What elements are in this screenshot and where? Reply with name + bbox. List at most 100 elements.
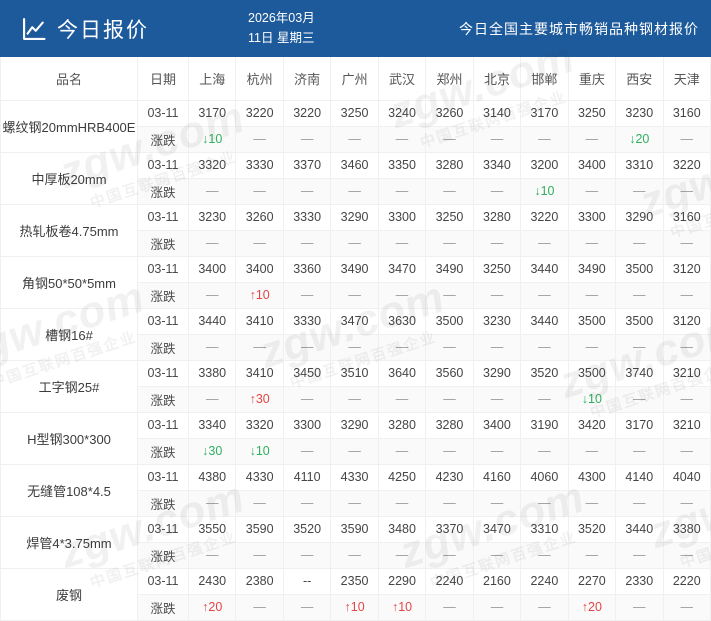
price-cell: 3520 bbox=[282, 515, 332, 543]
price-cell: 3440 bbox=[520, 255, 569, 283]
change-cell: — bbox=[662, 281, 711, 309]
price-cell: 2240 bbox=[520, 567, 569, 595]
change-cell: — bbox=[282, 541, 332, 569]
report-date-line1: 2026年03月 bbox=[248, 11, 315, 26]
price-cell: 3230 bbox=[472, 307, 522, 335]
change-cell: — bbox=[567, 177, 617, 205]
price-cell: 3310 bbox=[615, 151, 664, 179]
change-cell: — bbox=[187, 229, 237, 257]
column-header-3: 杭州 bbox=[235, 57, 284, 101]
price-cell: 3490 bbox=[425, 255, 474, 283]
change-cell: — bbox=[377, 177, 427, 205]
price-cell: 3290 bbox=[472, 359, 522, 387]
price-cell: 3280 bbox=[425, 151, 474, 179]
price-cell: -- bbox=[282, 567, 332, 595]
change-cell: — bbox=[662, 593, 711, 621]
quote-page: 今日报价 2026年03月 11日 星期三 今日全国主要城市畅销品种钢材报价 品… bbox=[0, 0, 711, 621]
change-cell: — bbox=[282, 489, 332, 517]
price-cell: 2160 bbox=[472, 567, 522, 595]
price-cell: 3440 bbox=[187, 307, 237, 335]
price-row: 螺纹钢20mmHRB400E 03-11 3170 3220 3220 3250 3240 3… bbox=[0, 99, 711, 153]
change-cell: — bbox=[282, 229, 332, 257]
change-cell: — bbox=[187, 541, 237, 569]
change-cell: — bbox=[567, 281, 617, 309]
change-cell: — bbox=[330, 385, 379, 413]
price-cell: 3140 bbox=[472, 99, 522, 127]
price-cell: 3500 bbox=[425, 307, 474, 335]
price-cell: 3250 bbox=[567, 99, 617, 127]
price-cell: 3360 bbox=[282, 255, 332, 283]
price-cell: 2380 bbox=[235, 567, 284, 595]
price-cell: 2270 bbox=[567, 567, 617, 595]
report-date: 2026年03月 11日 星期三 bbox=[248, 9, 315, 48]
price-cell: 3400 bbox=[472, 411, 522, 439]
price-row: 焊管4*3.75mm 03-11 3550 3590 3520 3590 3480 3370 3… bbox=[0, 515, 711, 569]
change-cell: — bbox=[472, 437, 522, 465]
price-cell: 3370 bbox=[425, 515, 474, 543]
price-cell: 3470 bbox=[377, 255, 427, 283]
price-cell: 3480 bbox=[377, 515, 427, 543]
brand: 今日报价 bbox=[20, 14, 248, 44]
change-cell: ↓10 bbox=[567, 385, 617, 413]
price-cell: 3450 bbox=[282, 359, 332, 387]
price-cell: 3300 bbox=[567, 203, 617, 231]
change-cell: — bbox=[425, 281, 474, 309]
change-cell: — bbox=[330, 437, 379, 465]
change-cell: — bbox=[425, 385, 474, 413]
change-cell: — bbox=[282, 281, 332, 309]
price-cell: 3290 bbox=[615, 203, 664, 231]
change-cell: — bbox=[662, 489, 711, 517]
change-cell: — bbox=[615, 593, 664, 621]
change-label-cell: 涨跌 bbox=[137, 437, 189, 465]
page-title: 今日报价 bbox=[57, 18, 149, 42]
change-cell: — bbox=[330, 125, 379, 153]
price-cell: 3640 bbox=[377, 359, 427, 387]
price-cell: 3500 bbox=[615, 307, 664, 335]
change-label-cell: 涨跌 bbox=[137, 125, 189, 153]
change-cell: — bbox=[187, 489, 237, 517]
change-cell: — bbox=[235, 489, 284, 517]
price-cell: 3300 bbox=[377, 203, 427, 231]
change-cell: — bbox=[330, 177, 379, 205]
change-cell: — bbox=[662, 333, 711, 361]
product-name-cell: 焊管4*3.75mm bbox=[0, 515, 138, 569]
price-cell: 4160 bbox=[472, 463, 522, 491]
change-cell: — bbox=[472, 177, 522, 205]
price-cell: 3230 bbox=[615, 99, 664, 127]
change-cell: — bbox=[472, 125, 522, 153]
change-cell: — bbox=[425, 437, 474, 465]
change-cell: ↑10 bbox=[235, 281, 284, 309]
change-cell: — bbox=[377, 385, 427, 413]
change-cell: ↑20 bbox=[187, 593, 237, 621]
change-cell: — bbox=[615, 385, 664, 413]
price-cell: 2240 bbox=[425, 567, 474, 595]
price-cell: 3260 bbox=[235, 203, 284, 231]
change-label-cell: 涨跌 bbox=[137, 593, 189, 621]
price-table: 品名 日期 上海 杭州 济南 广州 武汉 郑州 北京 邯郸 重庆 西安 天津 螺纹钢20mmHRB400… bbox=[0, 57, 711, 621]
price-cell: 3380 bbox=[662, 515, 711, 543]
price-cell: 3230 bbox=[187, 203, 237, 231]
price-cell: 3290 bbox=[330, 203, 379, 231]
price-cell: 3220 bbox=[282, 99, 332, 127]
price-cell: 3500 bbox=[567, 307, 617, 335]
price-cell: 3320 bbox=[235, 411, 284, 439]
change-cell: ↑10 bbox=[377, 593, 427, 621]
change-label-cell: 涨跌 bbox=[137, 281, 189, 309]
price-cell: 3220 bbox=[235, 99, 284, 127]
date-cell: 03-11 bbox=[137, 203, 189, 231]
price-cell: 3550 bbox=[187, 515, 237, 543]
column-header-1: 日期 bbox=[137, 57, 189, 101]
column-header-10: 重庆 bbox=[567, 57, 617, 101]
price-cell: 3200 bbox=[520, 151, 569, 179]
price-cell: 4040 bbox=[662, 463, 711, 491]
price-cell: 3500 bbox=[567, 359, 617, 387]
price-cell: 3340 bbox=[472, 151, 522, 179]
product-name-cell: 中厚板20mm bbox=[0, 151, 138, 205]
date-cell: 03-11 bbox=[137, 515, 189, 543]
change-cell: — bbox=[662, 541, 711, 569]
price-cell: 3160 bbox=[662, 203, 711, 231]
price-row: 中厚板20mm 03-11 3320 3330 3370 3460 3350 3280 3340… bbox=[0, 151, 711, 205]
change-cell: — bbox=[567, 541, 617, 569]
change-cell: — bbox=[330, 229, 379, 257]
price-cell: 4250 bbox=[377, 463, 427, 491]
